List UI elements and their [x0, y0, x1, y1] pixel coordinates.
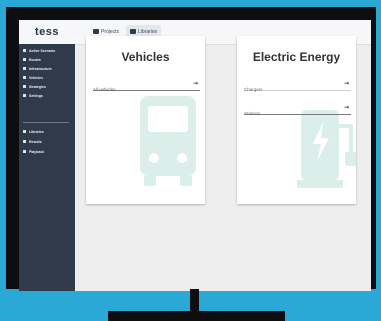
row-label: All vehicles: [93, 87, 116, 92]
electric-energy-card: Electric Energy Chargers → Stations →: [237, 36, 356, 204]
sidebar-item-active-scenario[interactable]: Active Scenario: [23, 48, 55, 54]
vehicles-card-title: Vehicles: [121, 50, 170, 64]
electric-energy-card-title: Electric Energy: [252, 50, 341, 64]
infrastructure-icon: [23, 67, 26, 70]
sidebar-divider: [23, 122, 69, 123]
sidebar-item-label: Strategies: [29, 85, 46, 89]
tab-projects-label: Projects: [101, 29, 120, 35]
sidebar-item-label: Vehicles: [29, 76, 44, 80]
monitor-stand-neck: [190, 289, 199, 312]
scenario-icon: [23, 49, 26, 52]
row-chargers[interactable]: Chargers →: [244, 78, 351, 92]
app-screen: tess Projects Libraries Active Scenario …: [19, 20, 371, 291]
row-all-vehicles[interactable]: All vehicles →: [93, 78, 200, 92]
sidebar-item-settings[interactable]: Settings: [23, 93, 43, 99]
sidebar-item-results[interactable]: Results: [23, 139, 42, 145]
strategy-icon: [23, 85, 26, 88]
sidebar-item-label: Settings: [29, 94, 43, 98]
settings-icon: [23, 94, 26, 97]
row-label: Chargers: [244, 87, 263, 92]
sidebar-item-label: Playback: [29, 150, 45, 154]
vehicle-icon: [23, 76, 26, 79]
row-label: Stations: [244, 111, 261, 116]
monitor-bezel: tess Projects Libraries Active Scenario …: [6, 7, 376, 291]
sidebar-item-label: Infrastructure: [29, 67, 52, 71]
row-stations[interactable]: Stations →: [244, 102, 351, 116]
sidebar-item-label: Active Scenario: [29, 49, 56, 53]
sidebar: Active Scenario Routes Infrastructure Ve…: [19, 44, 75, 291]
app-logo[interactable]: tess: [19, 20, 75, 44]
sidebar-item-libraries[interactable]: Libraries: [23, 129, 44, 135]
sidebar-item-playback[interactable]: Playback: [23, 149, 44, 155]
arrow-right-icon: →: [343, 104, 349, 111]
sidebar-item-vehicles[interactable]: Vehicles: [23, 75, 43, 81]
arrow-right-icon: →: [343, 80, 349, 87]
sidebar-item-infrastructure[interactable]: Infrastructure: [23, 66, 52, 72]
sidebar-item-routes[interactable]: Routes: [23, 57, 41, 63]
folder-icon: [93, 29, 99, 34]
results-icon: [23, 140, 26, 143]
sidebar-item-strategies[interactable]: Strategies: [23, 84, 46, 90]
sidebar-item-label: Results: [29, 140, 42, 144]
tab-libraries-label: Libraries: [138, 29, 158, 35]
monitor-stand-base: [108, 311, 285, 321]
routes-icon: [23, 58, 26, 61]
sidebar-item-label: Routes: [29, 58, 41, 62]
book-icon: [130, 29, 136, 34]
bus-icon: [140, 96, 196, 186]
arrow-right-icon: →: [192, 80, 198, 87]
vehicles-card: Vehicles All vehicles →: [86, 36, 205, 204]
playback-icon: [23, 150, 26, 153]
sidebar-item-label: Libraries: [29, 130, 44, 134]
library-icon: [23, 130, 26, 133]
